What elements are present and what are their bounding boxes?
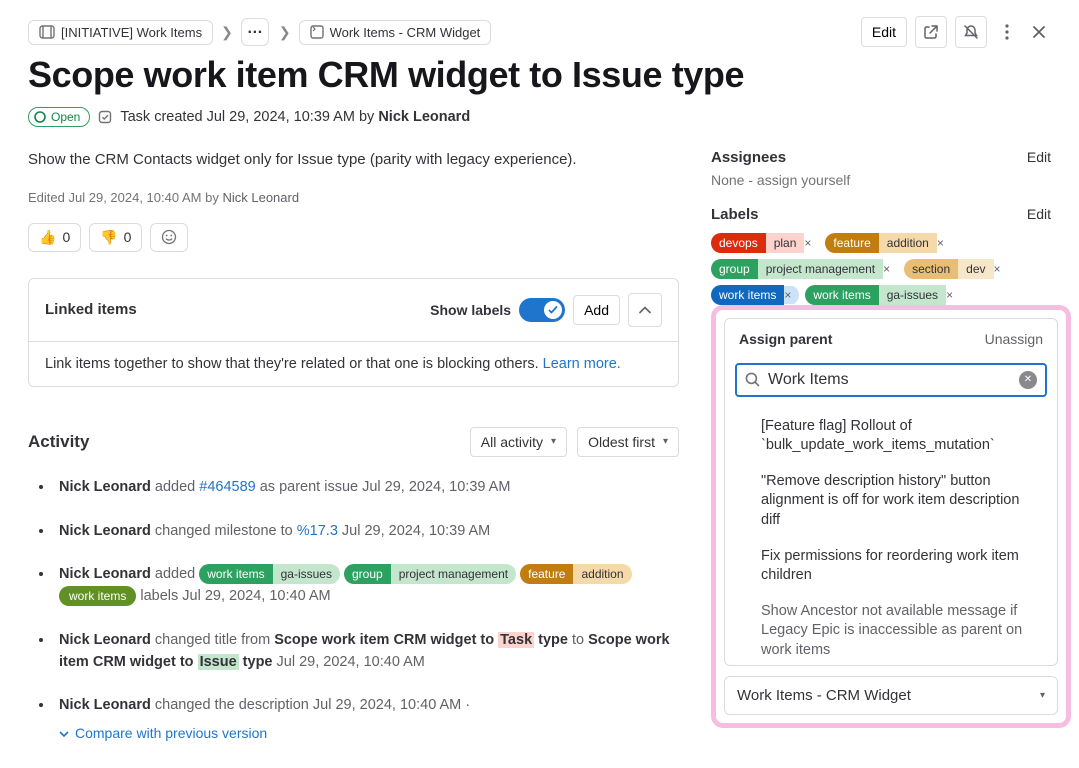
breadcrumb-current-label: Work Items - CRM Widget	[330, 25, 481, 40]
smile-icon	[161, 229, 177, 245]
thumbs-down-button[interactable]: 👎 0	[89, 223, 142, 252]
initiative-icon	[39, 25, 55, 39]
activity-item: Nick Leonard added work itemsga-issues g…	[54, 564, 679, 608]
more-actions-button[interactable]	[995, 24, 1019, 40]
activity-filter[interactable]: All activity▾	[470, 427, 567, 457]
breadcrumb-current[interactable]: Work Items - CRM Widget	[299, 20, 492, 45]
learn-more-link[interactable]: Learn more.	[543, 356, 621, 372]
label-pill[interactable]: featureaddition×	[825, 233, 951, 253]
labels-label: Labels	[711, 206, 759, 223]
unassign-parent[interactable]: Unassign	[985, 331, 1043, 347]
parent-result-item[interactable]: Show Ancestor not available message if L…	[725, 594, 1057, 665]
parent-result-item[interactable]: [Feature flag] Rollout of `bulk_update_w…	[725, 409, 1057, 464]
labels-edit[interactable]: Edit	[1027, 206, 1051, 222]
activity-item: Nick Leonard added #464589 as parent iss…	[54, 477, 679, 499]
parent-result-item[interactable]: Fix permissions for reordering work item…	[725, 539, 1057, 594]
compare-version-link[interactable]: Compare with previous version	[59, 723, 267, 744]
assign-parent-popover: Assign parent Unassign ✕ [Feature flag] …	[711, 305, 1071, 728]
close-button[interactable]	[1027, 25, 1051, 39]
add-linked-item-button[interactable]: Add	[573, 295, 620, 325]
chevron-down-icon: ▾	[1040, 690, 1045, 701]
breadcrumb-divider: ❯	[273, 24, 297, 41]
activity-heading: Activity	[28, 432, 89, 452]
new-window-button[interactable]	[915, 16, 947, 48]
assignees-label: Assignees	[711, 149, 786, 166]
notifications-button[interactable]	[955, 16, 987, 48]
page-title: Scope work item CRM widget to Issue type	[28, 52, 1051, 99]
remove-label[interactable]: ×	[937, 234, 952, 252]
task-icon	[98, 110, 112, 124]
breadcrumb: [INITIATIVE] Work Items ❯ … ❯ Work Items…	[28, 18, 491, 46]
show-labels-toggle[interactable]	[519, 298, 565, 322]
remove-label[interactable]: ×	[883, 260, 898, 278]
breadcrumb-initiative[interactable]: [INITIATIVE] Work Items	[28, 20, 213, 45]
open-icon	[34, 111, 46, 123]
linked-items-card: Linked items Show labels Add Link items …	[28, 278, 679, 387]
linked-items-empty: Link items together to show that they're…	[29, 341, 678, 386]
breadcrumb-ellipsis[interactable]: …	[241, 18, 269, 46]
parent-result-item[interactable]: "Remove description history" button alig…	[725, 464, 1057, 539]
label-pill[interactable]: groupproject management	[344, 564, 516, 584]
bell-slash-icon	[963, 24, 979, 40]
check-icon	[548, 305, 558, 315]
meta-text: Task created Jul 29, 2024, 10:39 AM by N…	[120, 109, 470, 125]
breadcrumb-initiative-label: [INITIATIVE] Work Items	[61, 25, 202, 40]
assignees-empty[interactable]: None - assign yourself	[711, 172, 1051, 188]
activity-list: Nick Leonard added #464589 as parent iss…	[28, 477, 679, 747]
activity-item: Nick Leonard changed title from Scope wo…	[54, 630, 679, 674]
label-pill[interactable]: devopsplan×	[711, 233, 819, 253]
breadcrumb-divider: ❯	[215, 24, 239, 41]
state-badge: Open	[28, 107, 90, 127]
parent-search: ✕	[735, 363, 1047, 397]
remove-label[interactable]: ×	[784, 286, 799, 304]
chevron-down-icon	[59, 729, 69, 739]
page-icon	[310, 25, 324, 39]
clear-search[interactable]: ✕	[1019, 371, 1037, 389]
remove-label[interactable]: ×	[946, 286, 961, 304]
parent-results: [Feature flag] Rollout of `bulk_update_w…	[725, 405, 1057, 665]
label-pill[interactable]: work itemsga-issues	[199, 564, 340, 584]
description: Show the CRM Contacts widget only for Is…	[28, 151, 679, 168]
remove-label[interactable]: ×	[994, 260, 1009, 278]
add-reaction-button[interactable]	[150, 223, 188, 252]
label-pill[interactable]: work items×	[711, 285, 799, 305]
assignees-edit[interactable]: Edit	[1027, 149, 1051, 165]
label-pill[interactable]: sectiondev×	[904, 259, 1008, 279]
chevron-up-icon	[639, 306, 651, 314]
thumbs-up-button[interactable]: 👍 0	[28, 223, 81, 252]
collapse-linked-items[interactable]	[628, 293, 662, 327]
parent-selected[interactable]: Work Items - CRM Widget ▾	[724, 676, 1058, 715]
edit-button[interactable]: Edit	[861, 17, 907, 47]
parent-search-input[interactable]	[768, 371, 1011, 389]
label-pill[interactable]: work itemsga-issues×	[805, 285, 961, 305]
activity-item: Nick Leonard changed the description Jul…	[54, 695, 679, 746]
chevron-down-icon: ▾	[551, 436, 556, 447]
activity-item: Nick Leonard changed milestone to %17.3 …	[54, 521, 679, 543]
edited-note: Edited Jul 29, 2024, 10:40 AM by Nick Le…	[28, 190, 679, 205]
search-icon	[745, 372, 760, 387]
show-labels-label: Show labels	[430, 302, 511, 318]
linked-items-title: Linked items	[45, 301, 137, 318]
assign-parent-title: Assign parent	[739, 331, 832, 347]
label-pill[interactable]: work items	[59, 586, 136, 606]
label-pill[interactable]: groupproject management×	[711, 259, 898, 279]
remove-label[interactable]: ×	[804, 234, 819, 252]
chevron-down-icon: ▾	[663, 436, 668, 447]
label-pill[interactable]: featureaddition	[520, 564, 631, 584]
activity-sort[interactable]: Oldest first▾	[577, 427, 679, 457]
issue-link[interactable]: #464589	[199, 479, 255, 495]
milestone-link[interactable]: %17.3	[297, 523, 338, 539]
external-link-icon	[923, 24, 939, 40]
